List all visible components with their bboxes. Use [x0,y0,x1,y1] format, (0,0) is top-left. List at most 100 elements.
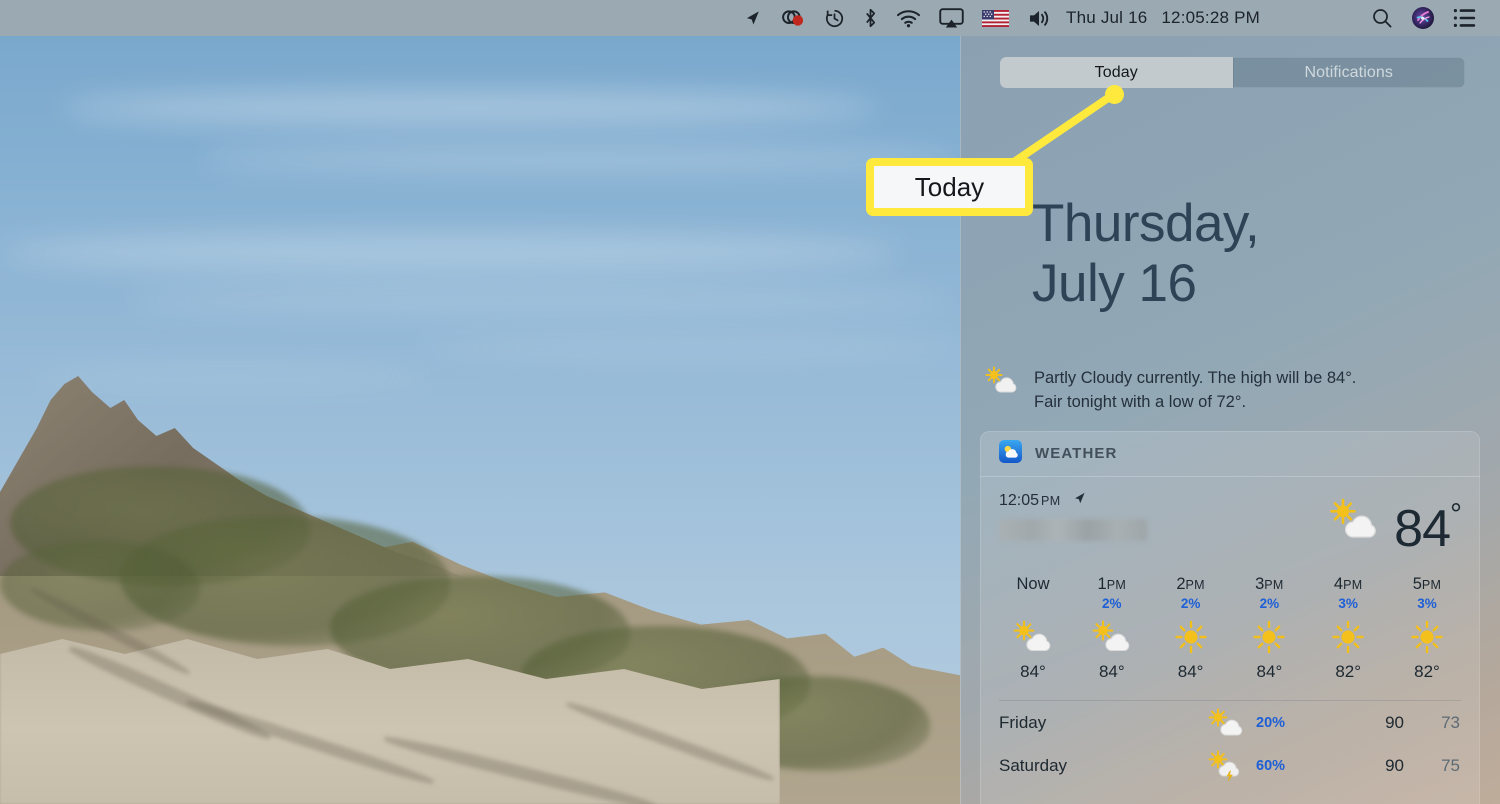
tab-today[interactable]: Today [1000,57,1233,88]
hourly-cell: Now 84° [999,575,1067,682]
hour-label-ampm: PM [1264,578,1284,592]
hourly-cell: 5PM 3% 82° [1393,575,1461,682]
hour-label: 3PM [1235,575,1303,594]
hour-precip: 2% [1180,596,1201,611]
day-precip: 60% [1256,757,1286,774]
hour-label: 4PM [1314,575,1382,594]
location-name-redacted [999,519,1147,541]
hour-temperature: 82° [1414,662,1440,681]
day-name: Friday [999,712,1047,732]
hour-temperature: 84° [1177,662,1204,681]
date-heading-line-1: Thursday, [1032,194,1260,253]
partly-cloudy-icon [1204,708,1250,738]
hour-precip: 2% [1102,596,1122,611]
cloud-wisp [60,91,880,125]
weather-widget-title: WEATHER [1035,445,1118,462]
hour-temperature: 82° [1335,662,1362,681]
hour-label-text: 1 [1097,575,1107,593]
hourly-cell: 3PM 2% 84° [1235,575,1303,682]
current-left: 12:05 PM [999,491,1147,541]
table-row: Friday 20% 90 73 [999,701,1461,744]
day-high: 90 [1385,755,1404,775]
hour-precip: 3% [1338,596,1358,611]
hour-label-ampm: PM [1343,578,1363,592]
spotlight-search-icon[interactable] [1362,0,1402,36]
notification-center-tabs: Today Notifications [1000,57,1465,88]
day-low: 73 [1441,712,1460,732]
cloud-wisp [200,146,960,172]
current-time: 12:05 PM [999,491,1147,511]
hourly-cell: 4PM 3% 82° [1314,575,1382,682]
menu-bar-clock[interactable]: Thu Jul 16 12:05:28 PM [1060,8,1266,28]
weather-widget[interactable]: WEATHER 12:05 PM 84° Now 84° 1PM 2% 84° … [980,431,1480,804]
hour-precip: 3% [1417,596,1437,611]
hour-label-text: 4 [1333,575,1344,593]
location-arrow-icon [1072,491,1087,511]
menu-bar-date: Thu Jul 16 [1066,8,1148,27]
page-title: Thursday, July 16 [1032,194,1452,314]
current-time-ampm: PM [1041,494,1061,508]
partly-cloudy-icon [1328,498,1380,547]
cloud-wisp [130,286,950,314]
hour-label-ampm: PM [1185,578,1205,592]
time-machine-icon[interactable] [815,0,854,36]
hour-label: 1PM [1078,575,1146,594]
partly-cloudy-icon [999,616,1067,658]
current-temperature: 84° [1394,489,1462,558]
hourly-cell: 1PM 2% 84° [1078,575,1146,682]
cloud-wisp [420,336,960,358]
screen-recording-icon[interactable] [771,0,815,36]
hour-temperature: 84° [1256,662,1283,681]
notification-center-icon[interactable] [1444,0,1486,36]
weather-summary: Partly Cloudy currently. The high will b… [984,366,1484,414]
summary-line-2: Fair tonight with a low of 72°. [1034,393,1247,411]
cloud-wisp [0,232,900,272]
input-flag-icon[interactable] [973,0,1018,36]
degree-symbol: ° [1450,498,1462,531]
sunny-icon [1314,616,1382,658]
current-temp-value: 84 [1394,500,1451,558]
weather-summary-text: Partly Cloudy currently. The high will b… [1034,366,1356,414]
hour-temperature: 84° [1098,662,1125,681]
weather-widget-header: WEATHER [980,431,1480,476]
current-conditions: 12:05 PM 84° [999,477,1462,558]
hour-label-text: 5 [1412,575,1422,593]
wifi-icon[interactable] [887,0,930,36]
day-precip: 20% [1256,714,1286,731]
day-low: 75 [1441,755,1460,775]
hour-label-ampm: PM [1421,578,1442,592]
airplay-icon[interactable] [930,0,973,36]
hour-temperature: 84° [1020,662,1046,681]
menu-bar: Thu Jul 16 12:05:28 PM [0,0,1500,36]
hour-label-ampm: PM [1106,578,1127,592]
current-time-value: 12:05 [999,492,1040,509]
day-high: 90 [1385,712,1404,732]
summary-line-1: Partly Cloudy currently. The high will b… [1034,369,1357,387]
current-right: 84° [1328,489,1462,558]
notification-center-panel: Today Notifications Thursday, July 16 Pa… [960,36,1500,804]
siri-icon[interactable] [1402,0,1444,36]
day-name: Saturday [999,755,1068,775]
hour-label: 5PM [1393,575,1461,594]
weather-app-icon [999,439,1022,468]
sunny-icon [1157,616,1225,658]
desktop-wallpaper [0,36,960,804]
thunderstorm-icon [1204,750,1250,782]
sunny-icon [1235,616,1303,658]
menu-bar-time: 12:05:28 PM [1161,8,1260,27]
hour-label: 2PM [1157,575,1225,594]
location-arrow-icon[interactable] [734,0,771,36]
hour-precip [999,596,1067,614]
hour-label-text: Now [1016,575,1050,593]
hourly-cell: 2PM 2% 84° [1157,575,1225,682]
weather-widget-body: 12:05 PM 84° Now 84° 1PM 2% 84° 2PM 2% 8… [980,477,1480,787]
cloud-wisp [30,366,430,386]
tab-notifications[interactable]: Notifications [1233,57,1466,88]
hour-label: Now [999,575,1067,594]
date-heading-line-2: July 16 [1032,254,1197,313]
sunny-icon [1393,616,1461,658]
partly-cloudy-icon [1078,616,1146,658]
bluetooth-icon[interactable] [854,0,887,36]
volume-icon[interactable] [1018,0,1060,36]
hour-label-text: 3 [1255,575,1265,593]
